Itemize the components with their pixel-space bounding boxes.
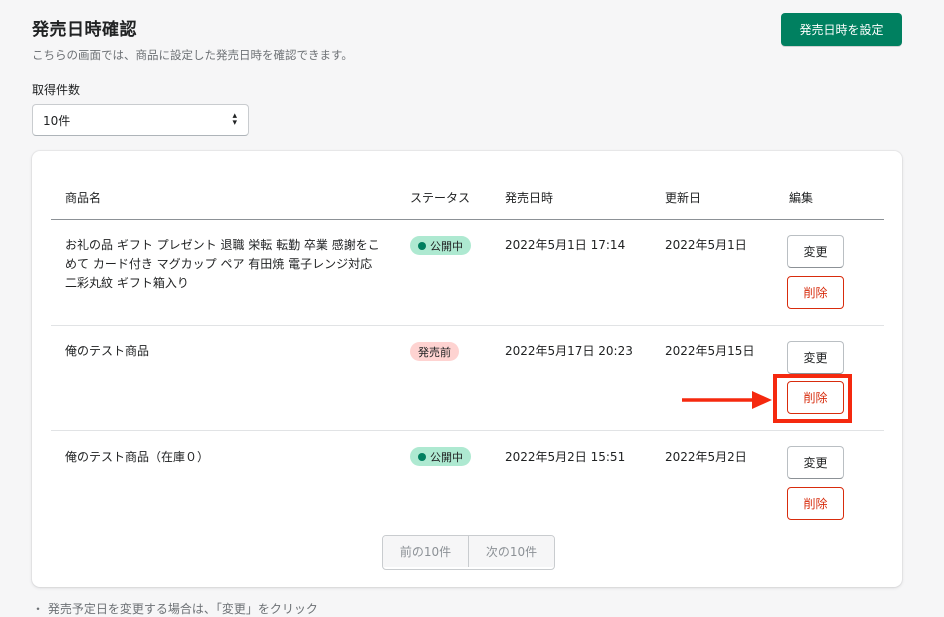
release-table-card: 商品名 ステータス 発売日時 更新日 編集 お礼の品 ギフト プレゼント 退職 …: [32, 151, 902, 587]
product-name: 俺のテスト商品: [65, 344, 150, 358]
status-badge: 公開中: [410, 236, 471, 255]
header-updated: 更新日: [665, 191, 702, 205]
status-badge: 発売前: [410, 342, 459, 361]
status-text: 公開中: [430, 450, 463, 464]
page-title: 発売日時確認: [32, 20, 137, 40]
header-edit: 編集: [789, 191, 814, 205]
footer-note: ・ 発売予定日を変更する場合は、「変更」をクリック: [32, 602, 318, 616]
prev-page-button[interactable]: 前の10件: [383, 536, 468, 567]
count-select[interactable]: 10件 ▴ ▾: [32, 104, 249, 136]
annotation-arrow-icon: [682, 391, 772, 409]
header-name: 商品名: [65, 191, 102, 205]
page-subtitle: こちらの画面では、商品に設定した発売日時を確認できます。: [32, 48, 353, 62]
updated-date: 2022年5月15日: [665, 344, 755, 358]
delete-button[interactable]: 削除: [787, 381, 844, 414]
status-text: 公開中: [430, 239, 463, 253]
set-release-date-button[interactable]: 発売日時を設定: [781, 13, 902, 46]
status-text: 発売前: [418, 345, 451, 359]
delete-button[interactable]: 削除: [787, 487, 844, 520]
header-status: ステータス: [410, 191, 471, 205]
edit-button[interactable]: 変更: [787, 341, 844, 374]
release-datetime: 2022年5月2日 15:51: [505, 450, 626, 464]
next-page-button[interactable]: 次の10件: [468, 536, 554, 567]
header-release: 発売日時: [505, 191, 554, 205]
count-select-value: 10件: [43, 113, 71, 128]
pagination: 前の10件 次の10件: [382, 535, 555, 570]
row-divider: [51, 430, 884, 431]
count-label: 取得件数: [32, 83, 81, 97]
release-datetime: 2022年5月17日 20:23: [505, 344, 633, 358]
product-name: 俺のテスト商品（在庫０）: [65, 450, 210, 464]
release-datetime: 2022年5月1日 17:14: [505, 238, 626, 252]
edit-button[interactable]: 変更: [787, 235, 844, 268]
status-badge: 公開中: [410, 447, 471, 466]
updated-date: 2022年5月2日: [665, 450, 747, 464]
product-name: お礼の品 ギフト プレゼント 退職 栄転 転勤 卒業 感謝をこめて カード付き …: [65, 238, 380, 290]
row-divider: [51, 325, 884, 326]
select-chevron-icon: ▴ ▾: [232, 111, 237, 128]
status-dot-icon: [418, 452, 426, 461]
delete-button[interactable]: 削除: [787, 276, 844, 309]
header-divider: [51, 219, 884, 220]
status-dot-icon: [418, 241, 426, 250]
updated-date: 2022年5月1日: [665, 238, 747, 252]
edit-button[interactable]: 変更: [787, 446, 844, 479]
